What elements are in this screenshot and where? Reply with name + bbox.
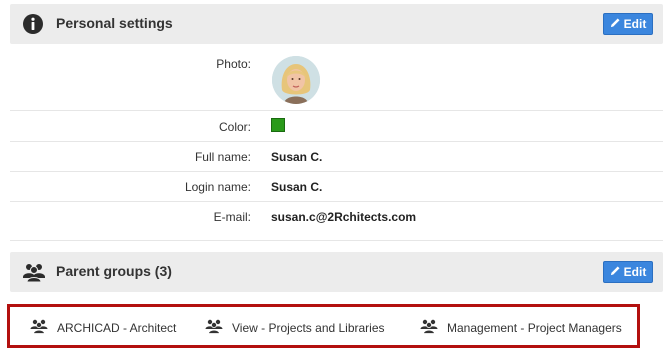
avatar <box>272 56 320 104</box>
group-label: ARCHICAD - Architect <box>57 320 177 335</box>
group-label: Management - Project Managers <box>447 320 622 335</box>
group-icon <box>30 318 48 337</box>
pencil-icon <box>610 17 621 31</box>
edit-button-label: Edit <box>623 17 647 31</box>
photo-label: Photo: <box>216 57 251 71</box>
parent-groups-list: ARCHICAD - Architect View - Projects and… <box>7 304 640 348</box>
section-title: Parent groups (3) <box>56 263 172 279</box>
group-label: View - Projects and Libraries <box>232 320 385 335</box>
fullname-label: Full name: <box>194 150 251 164</box>
info-icon <box>22 13 44 35</box>
edit-personal-button[interactable]: Edit <box>603 13 653 35</box>
email-row: E-mail: susan.c@2Rchitects.com <box>10 202 663 241</box>
section-title: Personal settings <box>56 15 173 31</box>
color-swatch <box>271 118 285 132</box>
group-item-view-projects-libraries[interactable]: View - Projects and Libraries <box>205 318 385 337</box>
email-value: susan.c@2Rchitects.com <box>271 210 417 224</box>
fullname-row: Full name: Susan C. <box>10 142 663 172</box>
login-label: Login name: <box>184 180 251 194</box>
personal-settings-header: Personal settings Edit <box>10 4 663 44</box>
group-item-archicad-architect[interactable]: ARCHICAD - Architect <box>30 318 176 337</box>
pencil-icon <box>610 265 621 279</box>
edit-button-label: Edit <box>623 265 647 279</box>
email-label: E-mail: <box>213 210 251 224</box>
login-row: Login name: Susan C. <box>10 172 663 202</box>
color-label: Color: <box>218 120 251 134</box>
group-icon <box>420 318 438 337</box>
photo-row: Photo: <box>10 44 663 111</box>
group-icon <box>22 261 45 283</box>
group-icon <box>205 318 223 337</box>
parent-groups-header: Parent groups (3) Edit <box>10 252 663 292</box>
edit-parent-groups-button[interactable]: Edit <box>603 261 653 283</box>
login-value: Susan C. <box>271 180 323 194</box>
fullname-value: Susan C. <box>271 150 323 164</box>
group-item-management-project-managers[interactable]: Management - Project Managers <box>420 318 622 337</box>
color-row: Color: <box>10 111 663 142</box>
